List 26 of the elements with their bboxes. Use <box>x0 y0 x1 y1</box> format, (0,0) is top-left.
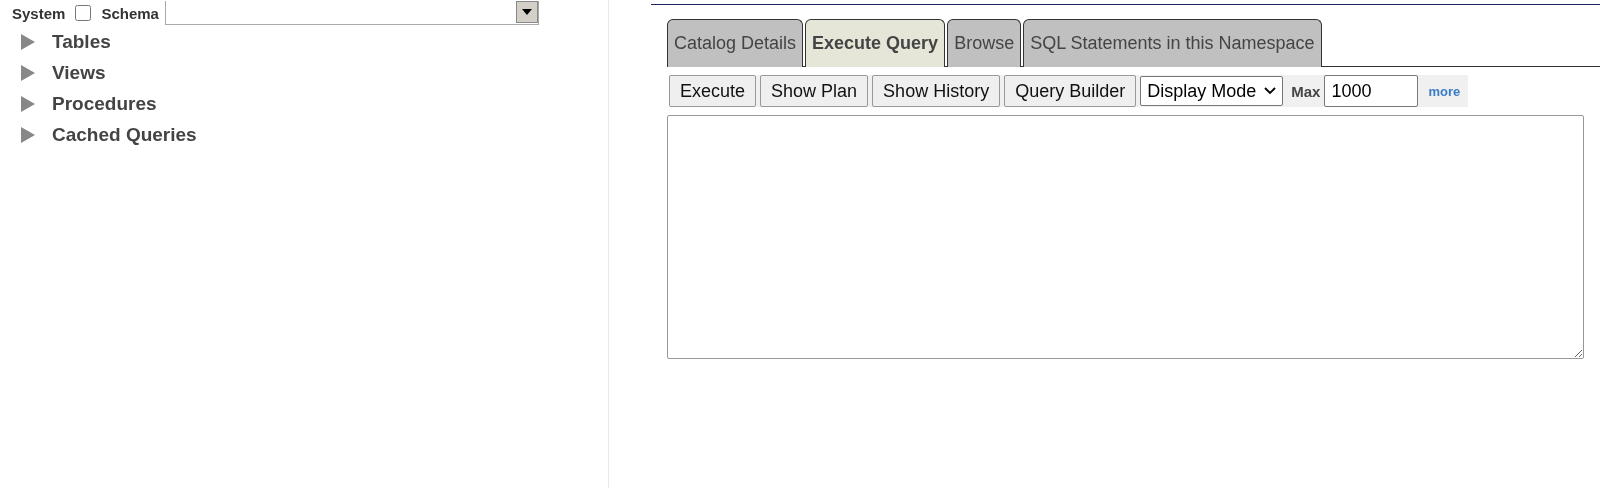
toolbar-button[interactable]: Query Builder <box>1004 75 1137 107</box>
caret-icon <box>521 9 532 15</box>
schema-dropdown[interactable] <box>164 1 539 25</box>
tree-item[interactable]: Tables <box>52 30 111 53</box>
max-rows-input[interactable]: 1000 <box>1324 75 1419 107</box>
tree-item[interactable]: Cached Queries <box>52 123 197 146</box>
tab[interactable]: Browse <box>947 19 1022 67</box>
expand-triangle-icon[interactable] <box>20 64 36 81</box>
toolbar-button[interactable]: Show History <box>872 75 1001 107</box>
tree-item[interactable]: Procedures <box>52 92 157 115</box>
tab[interactable]: Execute Query <box>805 19 946 67</box>
tab[interactable]: Catalog Details <box>667 19 804 67</box>
tab[interactable]: SQL Statements in this Namespace <box>1023 19 1322 67</box>
max-label: Max <box>1291 82 1321 100</box>
expand-triangle-icon[interactable] <box>20 95 36 112</box>
toolbar-button[interactable]: Show Plan <box>760 75 869 107</box>
toolbar-button[interactable]: Execute <box>669 75 757 107</box>
schema-label: Schema <box>101 4 159 22</box>
tree-item[interactable]: Views <box>52 61 106 84</box>
expand-triangle-icon[interactable] <box>20 33 36 50</box>
more-link[interactable]: more <box>1428 83 1461 99</box>
chevron-down-icon <box>1264 87 1277 95</box>
system-checkbox[interactable] <box>75 5 92 21</box>
system-label: System <box>12 4 66 22</box>
expand-triangle-icon[interactable] <box>20 126 36 143</box>
display-mode-select[interactable]: Display Mode <box>1140 76 1284 106</box>
